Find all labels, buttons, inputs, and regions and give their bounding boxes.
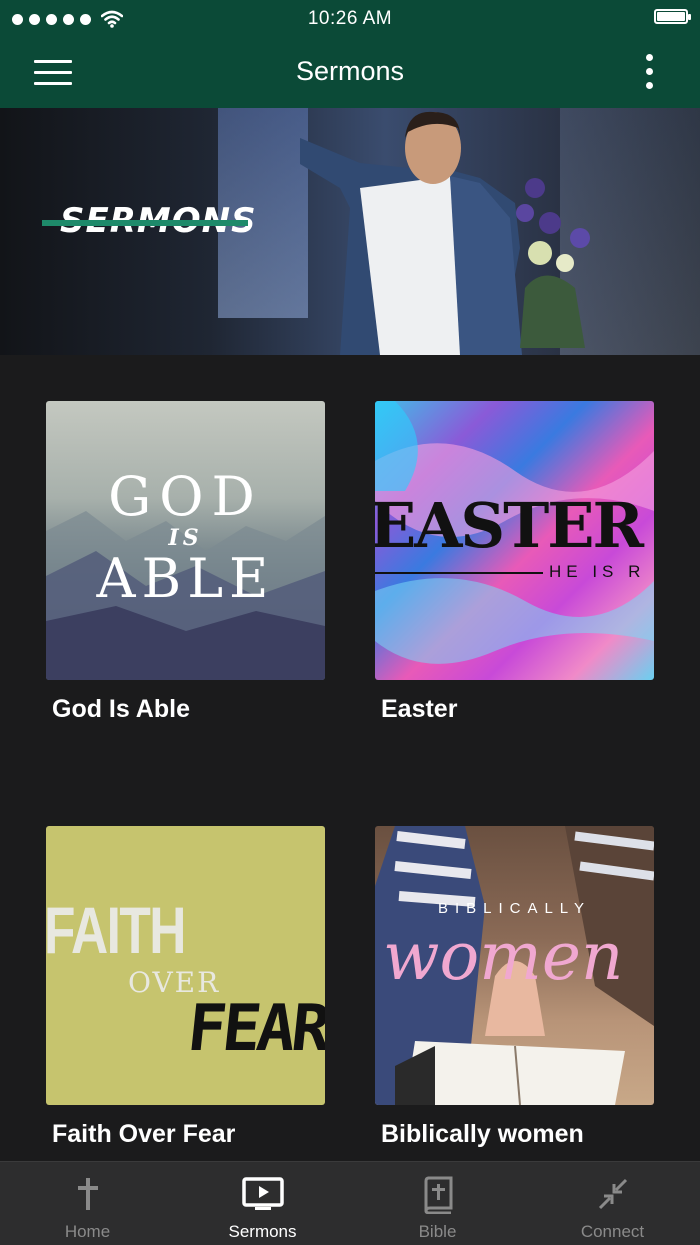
sermon-title: Faith Over Fear <box>52 1120 236 1148</box>
more-options-button[interactable] <box>642 54 658 90</box>
sermon-art-line: FAITH <box>46 893 186 967</box>
tv-play-icon <box>241 1177 284 1210</box>
sermon-art-line: ABLE <box>96 547 275 610</box>
battery-icon <box>654 9 691 24</box>
tab-label: Bible <box>418 1222 457 1241</box>
sermon-card-god-is-able[interactable]: GOD IS ABLE God Is Able <box>46 401 325 723</box>
sermon-thumbnail: BIBLICALLY women <box>375 826 654 1105</box>
status-time: 10:26 AM <box>307 8 393 29</box>
sermon-card-faith-over-fear[interactable]: FAITH OVER FEAR Faith Over Fear <box>46 826 325 1148</box>
preacher-image <box>300 111 522 355</box>
sermon-card-biblically-women[interactable]: BIBLICALLY women Biblically women <box>375 826 654 1148</box>
tab-home[interactable]: Home <box>0 1162 175 1245</box>
tab-bible[interactable]: Bible <box>350 1162 525 1245</box>
tab-label: Sermons <box>228 1222 297 1241</box>
tab-connect[interactable]: Connect <box>525 1162 700 1245</box>
sermon-art-line: HE IS R <box>549 562 646 581</box>
battery-level <box>657 12 685 21</box>
hero-logo-underline <box>42 220 248 226</box>
connect-arrows-icon <box>598 1178 627 1210</box>
sermon-thumbnail: FAITH OVER FEAR <box>46 826 325 1105</box>
sermon-art-divider <box>375 572 543 574</box>
tab-label: Home <box>64 1222 111 1241</box>
sermon-title: Biblically women <box>381 1120 584 1148</box>
sermon-card-easter[interactable]: EASTER HE IS R Easter <box>375 401 654 723</box>
tab-bar: Home Sermons Bible Connect <box>0 1161 700 1245</box>
sermon-art-line: GOD <box>108 465 263 528</box>
sermon-art-line: EASTER <box>375 489 644 562</box>
nav-bar: Sermons <box>0 36 700 108</box>
sermon-title: Easter <box>381 695 458 723</box>
flowers-image <box>516 178 590 348</box>
sermon-art-line: FEAR <box>184 992 325 1066</box>
hero-banner: SERMONS <box>0 108 700 355</box>
sermon-thumbnail: GOD IS ABLE <box>46 401 325 680</box>
cross-icon <box>77 1178 98 1210</box>
sermon-title: God Is Able <box>52 695 190 723</box>
sermon-art-line: BIBLICALLY <box>437 900 592 917</box>
bible-icon <box>423 1176 452 1214</box>
status-bar: 10:26 AM <box>0 0 700 36</box>
page-title: Sermons <box>295 56 405 86</box>
sermon-thumbnail: EASTER HE IS R <box>375 401 654 680</box>
sermon-art-line: women <box>383 918 624 995</box>
tab-sermons[interactable]: Sermons <box>175 1162 350 1245</box>
tab-label: Connect <box>580 1222 645 1241</box>
